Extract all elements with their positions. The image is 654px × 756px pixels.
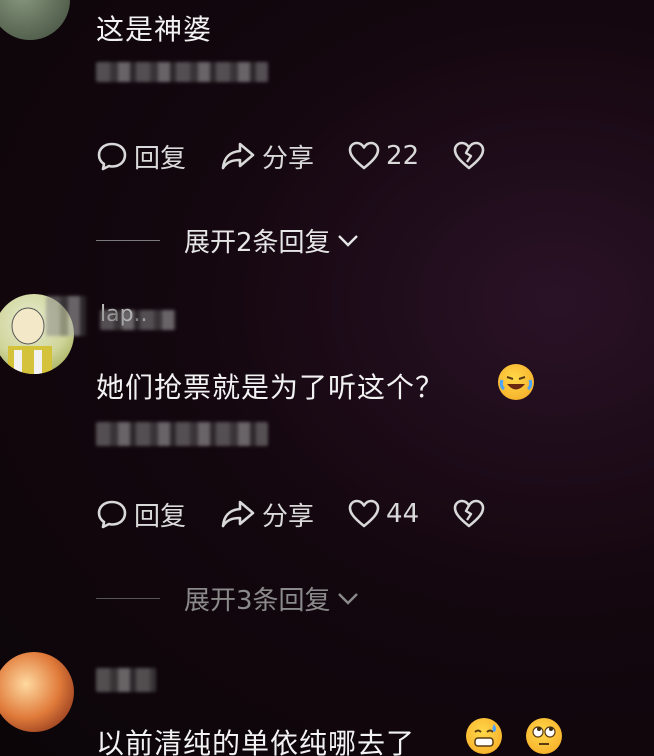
share-label: 分享 xyxy=(262,501,315,532)
redacted-username xyxy=(100,310,176,330)
redacted-meta xyxy=(96,422,268,446)
broken-heart-icon xyxy=(453,499,485,528)
heart-icon xyxy=(348,499,380,528)
reply-icon xyxy=(97,142,127,171)
dislike-button[interactable] xyxy=(453,141,485,171)
heart-icon xyxy=(348,141,380,170)
share-icon xyxy=(221,500,255,528)
grinning-sweat-emoji xyxy=(466,718,502,754)
reply-icon xyxy=(97,500,127,529)
username-redacted xyxy=(46,296,86,336)
reply-button[interactable]: 回复 xyxy=(96,496,186,533)
reply-label: 回复 xyxy=(134,143,187,174)
like-count: 44 xyxy=(386,499,420,529)
share-button[interactable]: 分享 xyxy=(220,138,314,175)
rolling-eyes-emoji xyxy=(526,718,562,754)
expand-replies[interactable]: 展开3条回复 xyxy=(96,580,361,616)
broken-heart-icon xyxy=(453,141,485,170)
comment-actions: 回复 分享 22 xyxy=(96,136,519,176)
chevron-down-icon xyxy=(337,235,358,247)
expand-replies-label: 展开2条回复 xyxy=(184,227,331,258)
like-button[interactable]: 44 xyxy=(348,499,419,529)
share-icon xyxy=(221,142,255,170)
laughing-emoji xyxy=(498,364,534,400)
chevron-down-icon xyxy=(337,593,358,605)
redacted-username xyxy=(96,668,156,692)
divider xyxy=(96,239,160,241)
reply-button[interactable]: 回复 xyxy=(96,138,186,175)
expand-replies[interactable]: 展开2条回复 xyxy=(96,222,361,258)
like-count: 22 xyxy=(386,141,420,171)
share-button[interactable]: 分享 xyxy=(220,496,314,533)
reply-label: 回复 xyxy=(134,501,187,532)
expand-replies-label: 展开3条回复 xyxy=(184,585,331,616)
share-label: 分享 xyxy=(262,143,315,174)
dislike-button[interactable] xyxy=(453,499,485,529)
comment-text: 这是神婆 xyxy=(96,13,213,46)
avatar[interactable] xyxy=(0,652,74,732)
divider xyxy=(96,597,160,599)
comment-text: 以前清纯的单依纯哪去了 xyxy=(96,727,416,756)
comment-actions: 回复 分享 44 xyxy=(96,494,519,534)
avatar[interactable] xyxy=(0,0,70,40)
like-button[interactable]: 22 xyxy=(348,141,419,171)
comment-text: 她们抢票就是为了听这个？ xyxy=(96,371,445,404)
redacted-meta xyxy=(96,62,268,82)
